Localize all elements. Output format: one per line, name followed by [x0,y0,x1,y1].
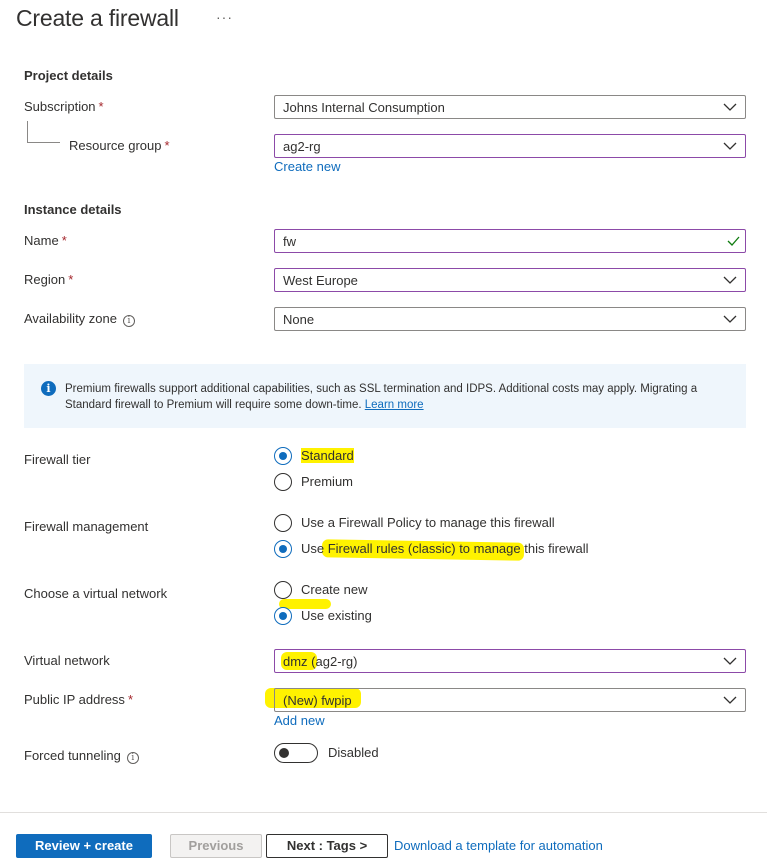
radio-label: Premium [301,474,354,489]
resource-group-label: Resource group * [69,138,170,153]
project-details-heading: Project details [24,68,113,83]
instance-details-heading: Instance details [24,202,122,217]
toggle-knob [279,748,289,758]
radio-selected-icon [274,607,292,625]
resource-group-value: ag2-rg [283,139,321,154]
virtual-network-value: dmz (ag2-rg) [283,654,358,669]
subscription-label: Subscription * [24,99,104,114]
footer-divider [0,812,767,813]
radio-label: Use existing [301,608,372,623]
region-value: West Europe [283,273,358,288]
radio-selected-icon [274,540,292,558]
chevron-down-icon [723,103,737,111]
firewall-management-label: Firewall management [24,519,149,534]
region-label: Region * [24,272,74,287]
forced-tunneling-state: Disabled [328,745,379,760]
page-title: Create a firewall [16,5,179,31]
availability-zone-value: None [283,312,315,327]
virtual-network-label: Virtual network [24,653,110,668]
info-icon: i [41,381,56,396]
radio-label: Use a Firewall Policy to manage this fir… [301,515,555,530]
resource-group-dropdown[interactable]: ag2-rg [274,134,746,158]
availability-zone-label: Availability zone i [24,311,135,327]
name-label: Name * [24,233,67,248]
more-options-icon[interactable]: ··· [216,9,233,25]
radio-label: Standard [301,448,354,463]
public-ip-dropdown[interactable]: (New) fwpip [274,688,746,712]
info-icon[interactable]: i [122,315,135,327]
radio-unselected-icon [274,514,292,532]
name-value: fw [283,234,296,249]
info-icon[interactable]: i [126,752,139,764]
chevron-down-icon [723,276,737,284]
chevron-down-icon [723,696,737,704]
create-new-resource-group-link[interactable]: Create new [274,159,340,174]
learn-more-link[interactable]: Learn more [365,399,424,411]
public-ip-label: Public IP address * [24,692,133,707]
choose-virtual-network-label: Choose a virtual network [24,586,168,601]
region-dropdown[interactable]: West Europe [274,268,746,292]
radio-label: Create new [301,582,368,597]
tree-connector [27,121,28,142]
info-banner: i Premium firewalls support additional c… [24,364,746,428]
chevron-down-icon [723,315,737,323]
name-input[interactable]: fw [274,229,746,253]
review-create-button[interactable]: Review + create [16,834,152,858]
radio-label: Use Firewall rules (classic) to manage t… [301,541,589,556]
forced-tunneling-label: Forced tunneling i [24,748,139,764]
chevron-down-icon [723,657,737,665]
subscription-value: Johns Internal Consumption [283,100,445,115]
download-template-link[interactable]: Download a template for automation [394,838,603,853]
radio-selected-icon [274,447,292,465]
firewall-tier-label: Firewall tier [24,452,91,467]
chevron-down-icon [723,142,737,150]
banner-text: Premium firewalls support additional cap… [65,383,698,411]
previous-button[interactable]: Previous [170,834,262,858]
add-new-public-ip-link[interactable]: Add new [274,713,325,728]
availability-zone-dropdown[interactable]: None [274,307,746,331]
next-tags-button[interactable]: Next : Tags > [266,834,388,858]
forced-tunneling-toggle[interactable] [274,743,318,763]
public-ip-value: (New) fwpip [283,693,352,708]
tree-connector [27,142,60,143]
virtual-network-dropdown[interactable]: dmz (ag2-rg) [274,649,746,673]
radio-unselected-icon [274,581,292,599]
checkmark-icon [727,236,740,246]
radio-unselected-icon [274,473,292,491]
subscription-dropdown[interactable]: Johns Internal Consumption [274,95,746,119]
